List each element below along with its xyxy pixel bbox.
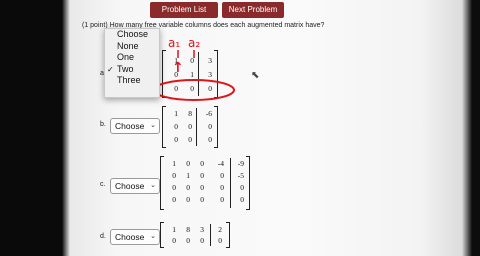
top-nav: Problem List Next Problem	[150, 0, 290, 20]
matrix-cell: 0	[188, 135, 192, 144]
matrix-cell: 1	[172, 159, 176, 168]
matrix-cell: 0	[200, 236, 204, 245]
mouse-cursor-icon: ⬉	[251, 70, 260, 81]
chevron-down-icon: ⌄	[150, 122, 156, 129]
part-c-label: c.	[100, 181, 106, 188]
matrix-d: 1 8 3 2 0 0 0 0	[160, 222, 230, 248]
annotation-a1: a₁	[168, 36, 181, 50]
matrix-cell: 0	[186, 236, 190, 245]
matrix-cell: 0	[172, 183, 176, 192]
dropdown-option-one[interactable]: One	[105, 52, 159, 64]
matrix-cell: 0	[172, 236, 176, 245]
dropdown-option-none[interactable]: None	[105, 41, 159, 53]
matrix-cell: 0	[186, 195, 190, 204]
matrix-cell: 0	[240, 183, 244, 192]
check-icon: ✓	[107, 64, 114, 74]
matrix-cell: -9	[237, 159, 244, 168]
matrix-cell: 2	[218, 225, 222, 234]
matrix-cell: 0	[200, 171, 204, 180]
matrix-cell: 1	[174, 109, 178, 118]
matrix-cell: -4	[217, 159, 224, 168]
matrix-cell: 8	[188, 109, 192, 118]
matrix-cell: 0	[186, 183, 190, 192]
circle-annotation	[153, 79, 235, 101]
dropdown-option-two[interactable]: ✓ Two	[105, 64, 159, 76]
annotation-a2: a₂	[188, 36, 201, 50]
part-c-select[interactable]: Choose ⌄	[110, 178, 160, 194]
matrix-cell: 0	[200, 159, 204, 168]
dropdown-option-three[interactable]: Three	[105, 75, 159, 87]
matrix-cell: -5	[237, 171, 244, 180]
matrix-cell: 0	[220, 171, 224, 180]
matrix-cell: 0	[172, 195, 176, 204]
part-a-dropdown-list[interactable]: Choose None One ✓ Two Three	[104, 28, 160, 98]
matrix-cell: 0	[218, 236, 222, 245]
matrix-cell: 0	[186, 159, 190, 168]
matrix-cell: 8	[186, 225, 190, 234]
matrix-cell: 0	[208, 122, 212, 131]
part-d-select[interactable]: Choose ⌄	[110, 229, 160, 245]
arrow-annotation: ↑	[172, 60, 184, 76]
matrix-cell: 0	[172, 171, 176, 180]
matrix-cell: 0	[220, 195, 224, 204]
matrix-cell: 1	[172, 225, 176, 234]
matrix-cell: 0	[208, 135, 212, 144]
dropdown-option-choose[interactable]: Choose	[105, 29, 159, 41]
matrix-cell: 0	[174, 135, 178, 144]
screen-area: Problem List Next Problem (1 point) How …	[0, 0, 480, 256]
problem-list-button[interactable]: Problem List	[150, 2, 218, 18]
matrix-cell: 0	[240, 195, 244, 204]
next-problem-button[interactable]: Next Problem	[222, 2, 284, 18]
matrix-cell: 0	[200, 183, 204, 192]
matrix-cell: 0	[220, 183, 224, 192]
matrix-c: 1 0 0 -4 -9 0 1 0 0 -5 0 0 0 0 0 0 0 0 0…	[160, 156, 250, 210]
part-b-label: b.	[100, 121, 106, 128]
chevron-down-icon: ⌄	[150, 182, 156, 189]
part-b-select[interactable]: Choose ⌄	[110, 118, 160, 134]
part-d-label: d.	[100, 233, 106, 240]
matrix-cell: 0	[188, 122, 192, 131]
matrix-b: 1 8 -6 0 0 0 0 0 0	[162, 106, 218, 148]
matrix-cell: -6	[205, 109, 212, 118]
matrix-cell: 1	[186, 171, 190, 180]
matrix-cell: 0	[174, 122, 178, 131]
chevron-down-icon: ⌄	[150, 233, 156, 240]
matrix-cell: 3	[200, 225, 204, 234]
matrix-cell: 0	[200, 195, 204, 204]
